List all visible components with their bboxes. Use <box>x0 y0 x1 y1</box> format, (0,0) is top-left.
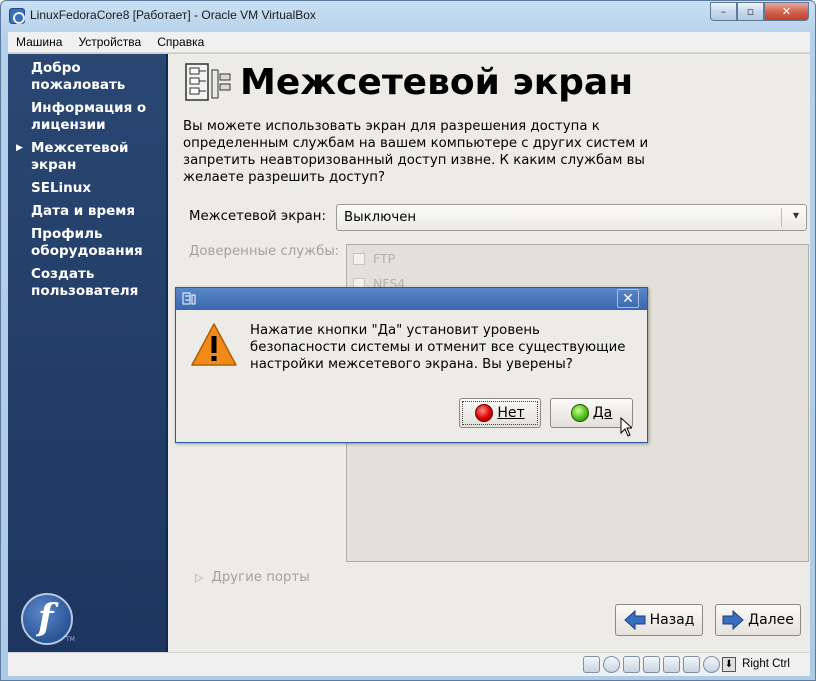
service-checkbox-ftp[interactable] <box>353 252 365 265</box>
warning-icon <box>191 323 237 366</box>
mouse-cursor-icon <box>620 417 632 437</box>
menu-help[interactable]: Справка <box>149 35 212 49</box>
hard-disk-icon[interactable] <box>583 656 600 673</box>
usb-icon[interactable] <box>623 656 640 673</box>
other-ports-expander[interactable]: ▷ Другие порты <box>195 570 310 585</box>
virtualbox-icon <box>9 8 25 24</box>
dialog-message: Нажатие кнопки "Да" установит уровень бе… <box>250 323 626 372</box>
host-key-label: Right Ctrl <box>742 658 790 670</box>
window-controls: – ▫ ✕ <box>710 2 809 21</box>
fedora-logo-letter: f <box>38 597 54 639</box>
host-window-title: LinuxFedoraCore8 [Работает] - Oracle VM … <box>30 8 316 22</box>
select-separator <box>781 208 782 227</box>
sidebar-item-hardware-profile: Профиль оборудования <box>31 226 143 259</box>
close-button[interactable]: ✕ <box>764 2 809 21</box>
network-icon[interactable] <box>643 656 660 673</box>
firewall-label: Межсетевой экран: <box>189 209 326 224</box>
dialog-close-button[interactable]: ✕ <box>617 289 639 308</box>
sidebar-item-firewall-label: Межсетевой экран <box>31 140 129 173</box>
back-button[interactable]: Назад <box>615 604 703 636</box>
firewall-select-value: Выключен <box>344 210 417 225</box>
maximize-button[interactable]: ▫ <box>737 2 764 21</box>
menu-machine[interactable]: Машина <box>8 35 70 49</box>
current-step-arrow-icon: ▶ <box>16 143 23 153</box>
host-menubar: Машина Устройства Справка <box>8 32 810 53</box>
other-ports-label: Другие порты <box>211 570 310 585</box>
list-item: FTP <box>353 251 395 266</box>
next-button-label: Далее <box>748 612 794 628</box>
host-statusbar: ⬇ Right Ctrl <box>8 652 810 676</box>
fedora-trademark: TM <box>66 636 75 643</box>
video-capture-icon[interactable] <box>683 656 700 673</box>
optical-disc-icon[interactable] <box>603 656 620 673</box>
host-titlebar[interactable]: LinuxFedoraCore8 [Работает] - Oracle VM … <box>1 1 815 31</box>
back-button-label: Назад <box>649 612 695 628</box>
no-button[interactable]: Нет <box>459 398 541 428</box>
minimize-button[interactable]: – <box>710 2 737 21</box>
sidebar-item-create-user: Создать пользователя <box>31 266 139 299</box>
confirm-dialog: ✕ Нажатие кнопки "Да" установит уровень … <box>175 287 648 443</box>
firewall-icon <box>185 63 231 101</box>
installer-sidebar: Добро пожаловать Информация о лицензии ▶… <box>8 54 168 652</box>
menu-devices[interactable]: Устройства <box>70 35 149 49</box>
page-title: Межсетевой экран <box>240 62 634 103</box>
virtualization-icon[interactable] <box>703 656 720 673</box>
arrow-left-icon <box>623 610 646 630</box>
host-window: LinuxFedoraCore8 [Работает] - Oracle VM … <box>0 0 816 681</box>
service-label: FTP <box>373 251 396 266</box>
firewall-small-icon <box>182 292 196 305</box>
sidebar-item-license: Информация о лицензии <box>31 100 147 133</box>
yes-button-label: Да <box>592 405 613 421</box>
host-key-arrow-icon: ⬇ <box>722 657 736 672</box>
page-description: Вы можете использовать экран для разреше… <box>183 119 649 185</box>
sidebar-item-welcome: Добро пожаловать <box>31 60 126 93</box>
green-circle-icon <box>570 404 589 422</box>
shared-folder-icon[interactable] <box>663 656 680 673</box>
chevron-down-icon: ▾ <box>792 208 799 222</box>
trusted-services-label: Доверенные службы: <box>189 244 340 259</box>
expander-arrow-icon: ▷ <box>195 571 204 584</box>
no-button-label: Нет <box>497 405 525 421</box>
firewall-select[interactable]: Выключен ▾ <box>336 204 807 231</box>
sidebar-item-selinux: SELinux <box>31 180 92 196</box>
dialog-titlebar[interactable]: ✕ <box>176 288 647 310</box>
sidebar-item-firewall: ▶ Межсетевой экран <box>16 140 161 174</box>
status-icons <box>580 656 720 673</box>
guest-screen[interactable]: Добро пожаловать Информация о лицензии ▶… <box>8 54 810 652</box>
red-circle-icon <box>475 404 494 422</box>
arrow-right-icon <box>722 610 744 630</box>
next-button[interactable]: Далее <box>715 604 801 636</box>
sidebar-item-datetime: Дата и время <box>31 203 135 219</box>
